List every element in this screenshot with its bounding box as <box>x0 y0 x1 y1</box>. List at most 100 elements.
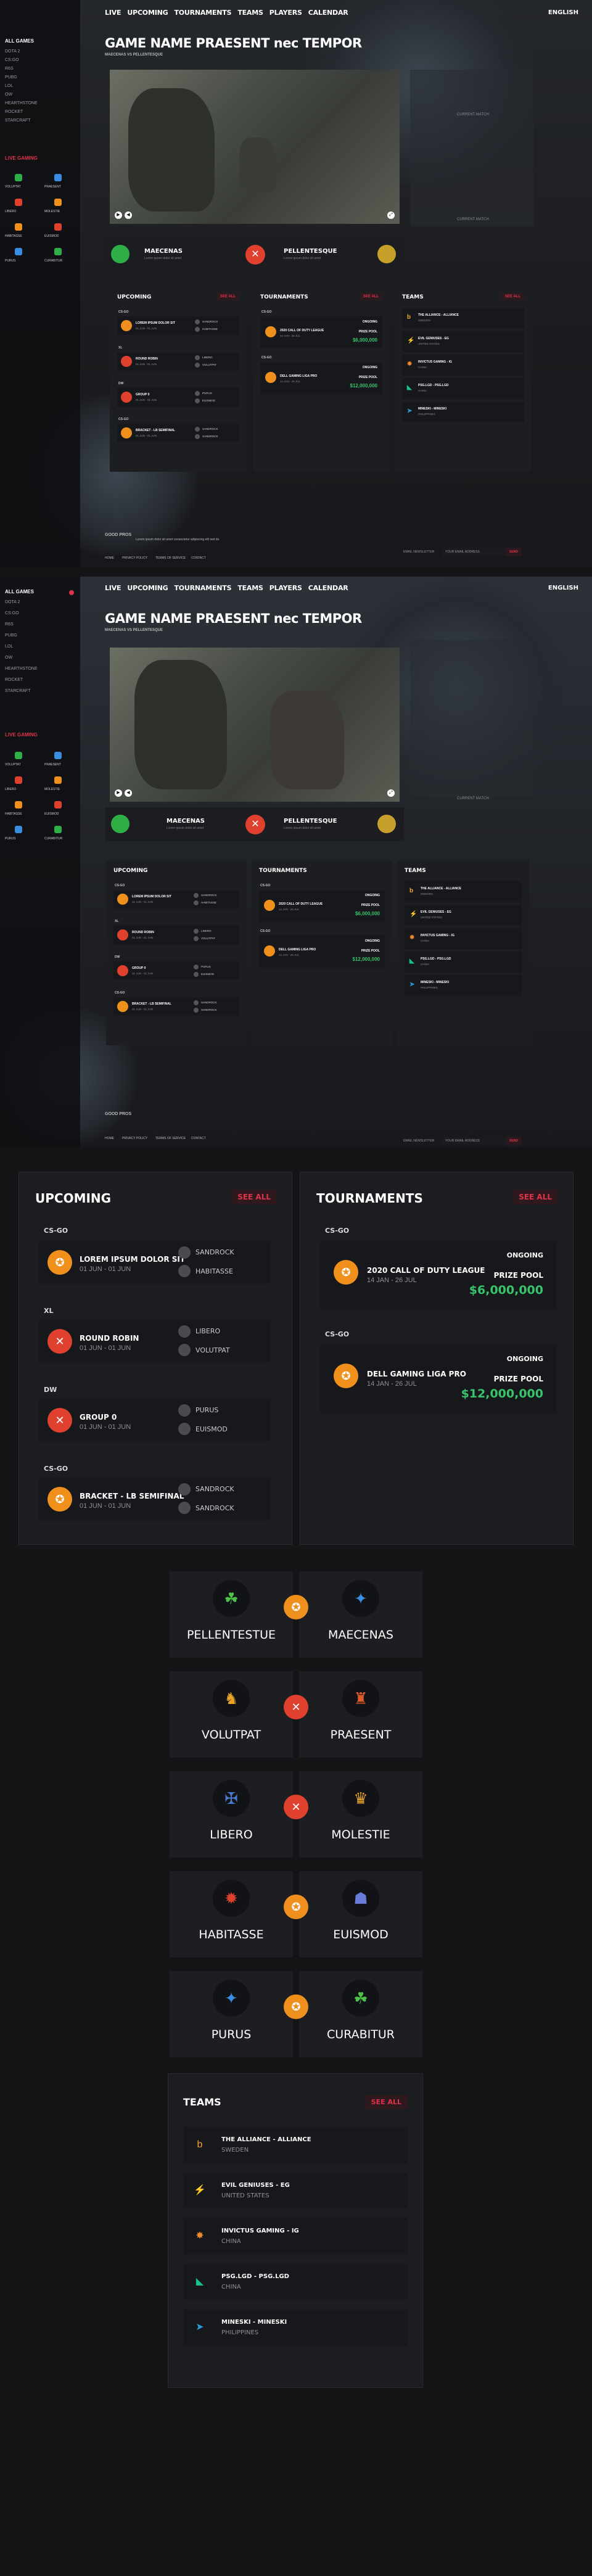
sidebar-item[interactable]: ROCKET <box>5 110 23 114</box>
nav-calendar[interactable]: CALENDAR <box>308 9 348 19</box>
sidebar-item[interactable]: OW <box>5 93 12 97</box>
fullscreen-icon[interactable]: ⤢ <box>387 212 395 219</box>
nav-teams[interactable]: TEAMS <box>237 9 263 19</box>
see-all-button[interactable]: SEE ALL <box>359 293 382 300</box>
footer-link-privacy[interactable]: PRIVACY POLICY <box>122 1137 147 1140</box>
tournament-row[interactable]: ✪ 2020 CALL OF DUTY LEAGUE 14 JAN - 26 J… <box>320 1241 557 1309</box>
tournament-row[interactable]: 2020 CALL OF DUTY LEAGUE 14 JAN - 26 JUL… <box>260 316 382 348</box>
match-row[interactable]: ✕ ROUND ROBIN 01 JUN - 01 JUN LIBERO VOL… <box>39 1320 271 1362</box>
fullscreen-icon[interactable]: ⤢ <box>387 789 395 797</box>
versus-card[interactable]: ✠ LIBERO ♛ MOLESTIE ✕ <box>170 1771 422 1858</box>
sidebar-item[interactable]: CS:GO <box>5 611 19 615</box>
volume-icon[interactable]: ◀ <box>125 789 132 797</box>
sidebar-item[interactable]: STARCRAFT <box>5 118 30 123</box>
live-match[interactable]: LIBERO <box>5 199 37 217</box>
footer-link-home[interactable]: HOME <box>105 1137 114 1140</box>
language-selector[interactable]: ENGLISH <box>548 585 578 591</box>
footer-logo[interactable]: GOOD PROS <box>105 533 131 537</box>
team-row[interactable]: ◣ PSG.LGD - PSG.LGD CHINA <box>183 2264 408 2300</box>
match-row[interactable]: BRACKET - LB SEMIFINAL 01 JUN - 01 JUN S… <box>113 997 239 1016</box>
team-row[interactable]: b THE ALLIANCE - ALLIANCE SWEDEN <box>405 881 522 902</box>
footer-link-privacy[interactable]: PRIVACY POLICY <box>122 556 147 560</box>
team-row[interactable]: b THE ALLIANCE - ALLIANCE SWEDEN <box>183 2127 408 2163</box>
see-all-button[interactable]: SEE ALL <box>364 2095 408 2109</box>
sidebar-item[interactable]: DOTA 2 <box>5 600 20 604</box>
sidebar-item[interactable]: R6S <box>5 622 14 627</box>
versus-card[interactable]: ♞ VOLUTPAT ♜ PRAESENT ✕ <box>170 1671 422 1758</box>
sidebar-title[interactable]: ALL GAMES <box>5 38 34 44</box>
play-icon[interactable]: ▶ <box>115 789 122 797</box>
footer-link-home[interactable]: HOME <box>105 556 114 560</box>
team-row[interactable]: ⚡ EVIL GENIUSES - EG UNITED STATES <box>402 331 524 352</box>
match-row[interactable]: GROUP 0 01 JUN - 01 JUN PURUS EUISMOD <box>117 388 239 406</box>
nav-calendar[interactable]: CALENDAR <box>308 584 348 594</box>
nav-upcoming[interactable]: UPCOMING <box>127 584 168 594</box>
match-row[interactable]: LOREM IPSUM DOLOR SIT 01 JUN - 01 JUN SA… <box>117 316 239 335</box>
tournament-row[interactable]: ✪ DELL GAMING LIGA PRO 14 JAN - 26 JUL O… <box>320 1345 557 1413</box>
team-row[interactable]: ⚡ EVIL GENIUSES - EG UNITED STATES <box>405 905 522 926</box>
team-row[interactable]: ◣ PSG.LGD - PSG.LGD CHINA <box>402 378 524 399</box>
live-match[interactable]: LIBERO <box>5 776 37 795</box>
live-match[interactable]: MOLESTIE <box>44 199 76 217</box>
live-match[interactable]: VOLUPTAT <box>5 174 37 192</box>
footer-logo[interactable]: GOOD PROS <box>105 1112 131 1116</box>
match-bar[interactable]: MAECENAS Lorem ipsum dolor sit amet ✕ PE… <box>105 807 404 841</box>
match-row[interactable]: ✪ LOREM IPSUM DOLOR SIT 01 JUN - 01 JUN … <box>39 1241 271 1283</box>
sidebar-item[interactable]: OW <box>5 656 12 660</box>
team-row[interactable]: ⚡ EVIL GENIUSES - EG UNITED STATES <box>183 2173 408 2208</box>
nav-upcoming[interactable]: UPCOMING <box>127 9 168 19</box>
live-match[interactable]: CURABITUR <box>44 826 76 844</box>
live-match[interactable]: EUISMOD <box>44 801 76 820</box>
nav-players[interactable]: PLAYERS <box>269 584 302 594</box>
match-row[interactable]: ROUND ROBIN 01 JUN - 01 JUN LIBERO VOLUT… <box>113 926 239 944</box>
sidebar-title[interactable]: ALL GAMES <box>5 589 34 595</box>
video-player[interactable]: ▶ ◀ ⤢ <box>110 70 400 224</box>
versus-card[interactable]: ✹ HABITASSE ☗ EUISMOD ✪ <box>170 1871 422 1957</box>
versus-card[interactable]: ☘ PELLENTESTUE ✦ MAECENAS ✪ <box>170 1571 422 1658</box>
sidebar-item[interactable]: STARCRAFT <box>5 689 30 693</box>
nav-live[interactable]: LIVE <box>105 9 121 19</box>
volume-icon[interactable]: ◀ <box>125 212 132 219</box>
sidebar-item[interactable]: LOL <box>5 84 13 88</box>
team-row[interactable]: ✸ INVICTUS GAMING - IG CHINA <box>405 928 522 949</box>
versus-card[interactable]: ✦ PURUS ☘ CURABITUR ✪ <box>170 1971 422 2057</box>
match-bar[interactable]: MAECENAS Lorem ipsum dolor sit amet ✕ PE… <box>105 237 404 271</box>
team-row[interactable]: ➤ MINESKI - MINESKI PHILIPPINES <box>402 401 524 422</box>
see-all-button[interactable]: SEE ALL <box>231 1190 277 1204</box>
live-match[interactable]: PURUS <box>5 248 37 266</box>
sidebar-item[interactable]: ROCKET <box>5 678 23 682</box>
match-row[interactable]: GROUP 0 01 JUN - 01 JUN PURUS EUISMOD <box>113 961 239 980</box>
play-icon[interactable]: ▶ <box>115 212 122 219</box>
match-row[interactable]: ROUND ROBIN 01 JUN - 01 JUN LIBERO VOLUT… <box>117 352 239 371</box>
live-match[interactable]: PRAESENT <box>44 174 76 192</box>
live-match[interactable]: PURUS <box>5 826 37 844</box>
live-match[interactable]: VOLUPTAT <box>5 752 37 770</box>
team-row[interactable]: b THE ALLIANCE - ALLIANCE SWEDEN <box>402 308 524 329</box>
nav-tournaments[interactable]: TOURNAMENTS <box>174 584 231 594</box>
tournament-row[interactable]: DELL GAMING LIGA PRO 14 JAN - 26 JUL ONG… <box>260 362 382 394</box>
tournament-row[interactable]: DELL GAMING LIGA PRO 14 JAN - 26 JUL ONG… <box>259 936 385 968</box>
match-row[interactable]: ✪ BRACKET - LB SEMIFINAL 01 JUN - 01 JUN… <box>39 1478 271 1520</box>
footer-link-terms[interactable]: TERMS OF SERVICE <box>155 1137 186 1140</box>
footer-link-contact[interactable]: CONTACT <box>191 556 206 560</box>
footer-link-terms[interactable]: TERMS OF SERVICE <box>155 556 186 560</box>
nav-tournaments[interactable]: TOURNAMENTS <box>174 9 231 19</box>
live-match[interactable]: CURABITUR <box>44 248 76 266</box>
see-all-button[interactable]: SEE ALL <box>501 293 524 300</box>
see-all-button[interactable]: SEE ALL <box>512 1190 558 1204</box>
live-match[interactable]: MOLESTIE <box>44 776 76 795</box>
live-match[interactable]: HABITASSE <box>5 223 37 242</box>
send-button[interactable]: SEND <box>506 1137 522 1145</box>
sidebar-item[interactable]: PUBG <box>5 633 17 638</box>
live-match[interactable]: EUISMOD <box>44 223 76 242</box>
sidebar-item[interactable]: CS:GO <box>5 58 19 62</box>
team-row[interactable]: ➤ MINESKI - MINESKI PHILIPPINES <box>183 2310 408 2345</box>
team-row[interactable]: ➤ MINESKI - MINESKI PHILIPPINES <box>405 975 522 996</box>
sidebar-item[interactable]: HEARTHSTONE <box>5 667 38 671</box>
match-row[interactable]: ✕ GROUP 0 01 JUN - 01 JUN PURUS EUISMOD <box>39 1399 271 1441</box>
match-row[interactable]: BRACKET - LB SEMIFINAL 01 JUN - 01 JUN S… <box>117 424 239 442</box>
nav-players[interactable]: PLAYERS <box>269 9 302 19</box>
sidebar-item[interactable]: R6S <box>5 67 14 71</box>
match-row[interactable]: LOREM IPSUM DOLOR SIT 01 JUN - 01 JUN SA… <box>113 890 239 908</box>
send-button[interactable]: SEND <box>506 548 522 556</box>
